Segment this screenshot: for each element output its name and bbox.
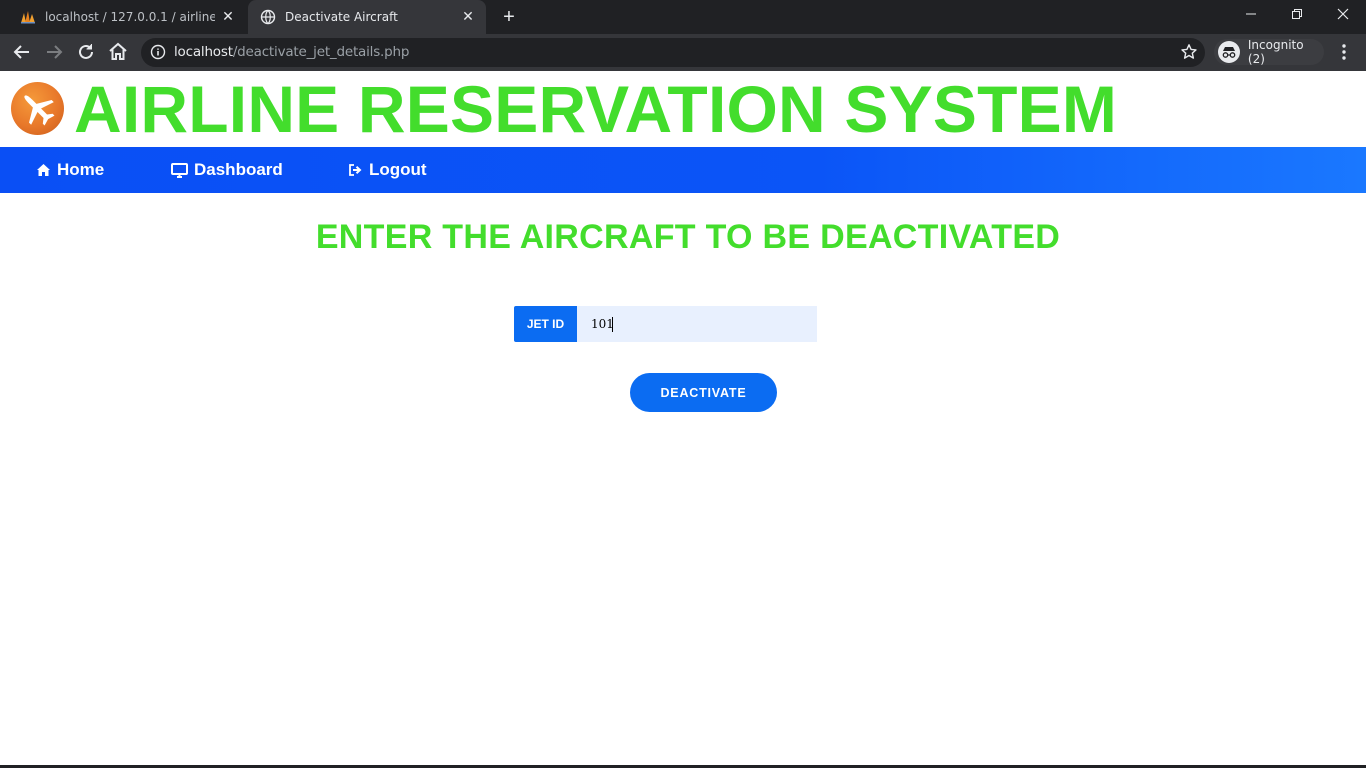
nav-dashboard[interactable]: Dashboard — [171, 147, 283, 193]
back-icon[interactable] — [9, 39, 35, 65]
nav-home[interactable]: Home — [36, 147, 104, 193]
phpmyadmin-icon — [21, 11, 35, 24]
restore-icon — [1292, 9, 1302, 19]
airplane-icon — [11, 82, 64, 135]
home-icon — [37, 164, 50, 176]
new-tab-button[interactable]: + — [498, 6, 520, 28]
info-icon[interactable] — [150, 44, 166, 60]
close-tab-icon[interactable]: ✕ — [460, 9, 476, 25]
text-caret — [612, 317, 613, 332]
jet-id-input[interactable] — [577, 306, 817, 342]
close-window-button[interactable] — [1320, 0, 1366, 30]
page-heading: ENTER THE AIRCRAFT TO BE DEACTIVATED — [315, 218, 1061, 256]
tab-title: Deactivate Aircraft — [285, 10, 398, 24]
deactivate-button[interactable]: DEACTIVATE — [630, 373, 777, 412]
incognito-indicator[interactable]: Incognito (2) — [1214, 38, 1324, 66]
reload-icon[interactable] — [73, 39, 99, 65]
close-tab-icon[interactable]: ✕ — [220, 9, 236, 25]
bookmark-star-icon[interactable] — [1180, 43, 1198, 61]
site-title: AIRLINE RESERVATION SYSTEM — [74, 72, 1117, 146]
nav-dashboard-label: Dashboard — [194, 160, 283, 179]
tab-phpmyadmin[interactable]: localhost / 127.0.0.1 / airline rese ✕ — [10, 0, 246, 34]
incognito-label: Incognito (2) — [1247, 38, 1304, 66]
nav-logout[interactable]: Logout — [348, 147, 427, 193]
nav-logout-label: Logout — [369, 160, 427, 179]
home-browser-icon[interactable] — [105, 39, 131, 65]
restore-button[interactable] — [1274, 0, 1320, 30]
incognito-icon — [1218, 41, 1240, 63]
browser-menu-icon[interactable] — [1336, 42, 1352, 62]
url-host: localhost — [174, 44, 233, 60]
minimize-icon — [1246, 13, 1256, 15]
logout-icon — [349, 164, 362, 176]
minimize-button[interactable] — [1228, 0, 1274, 30]
close-icon — [1337, 8, 1349, 20]
jet-id-label: JET ID — [514, 306, 577, 342]
url-text[interactable]: localhost/deactivate_jet_details.php — [174, 44, 409, 60]
globe-icon — [260, 9, 276, 25]
tab-deactivate-aircraft[interactable]: Deactivate Aircraft ✕ — [248, 0, 486, 34]
forward-icon[interactable] — [41, 39, 67, 65]
tab-title: localhost / 127.0.0.1 / airline rese — [45, 10, 215, 24]
nav-home-label: Home — [57, 160, 105, 179]
monitor-icon — [171, 162, 188, 178]
url-path: /deactivate_jet_details.php — [232, 44, 410, 60]
